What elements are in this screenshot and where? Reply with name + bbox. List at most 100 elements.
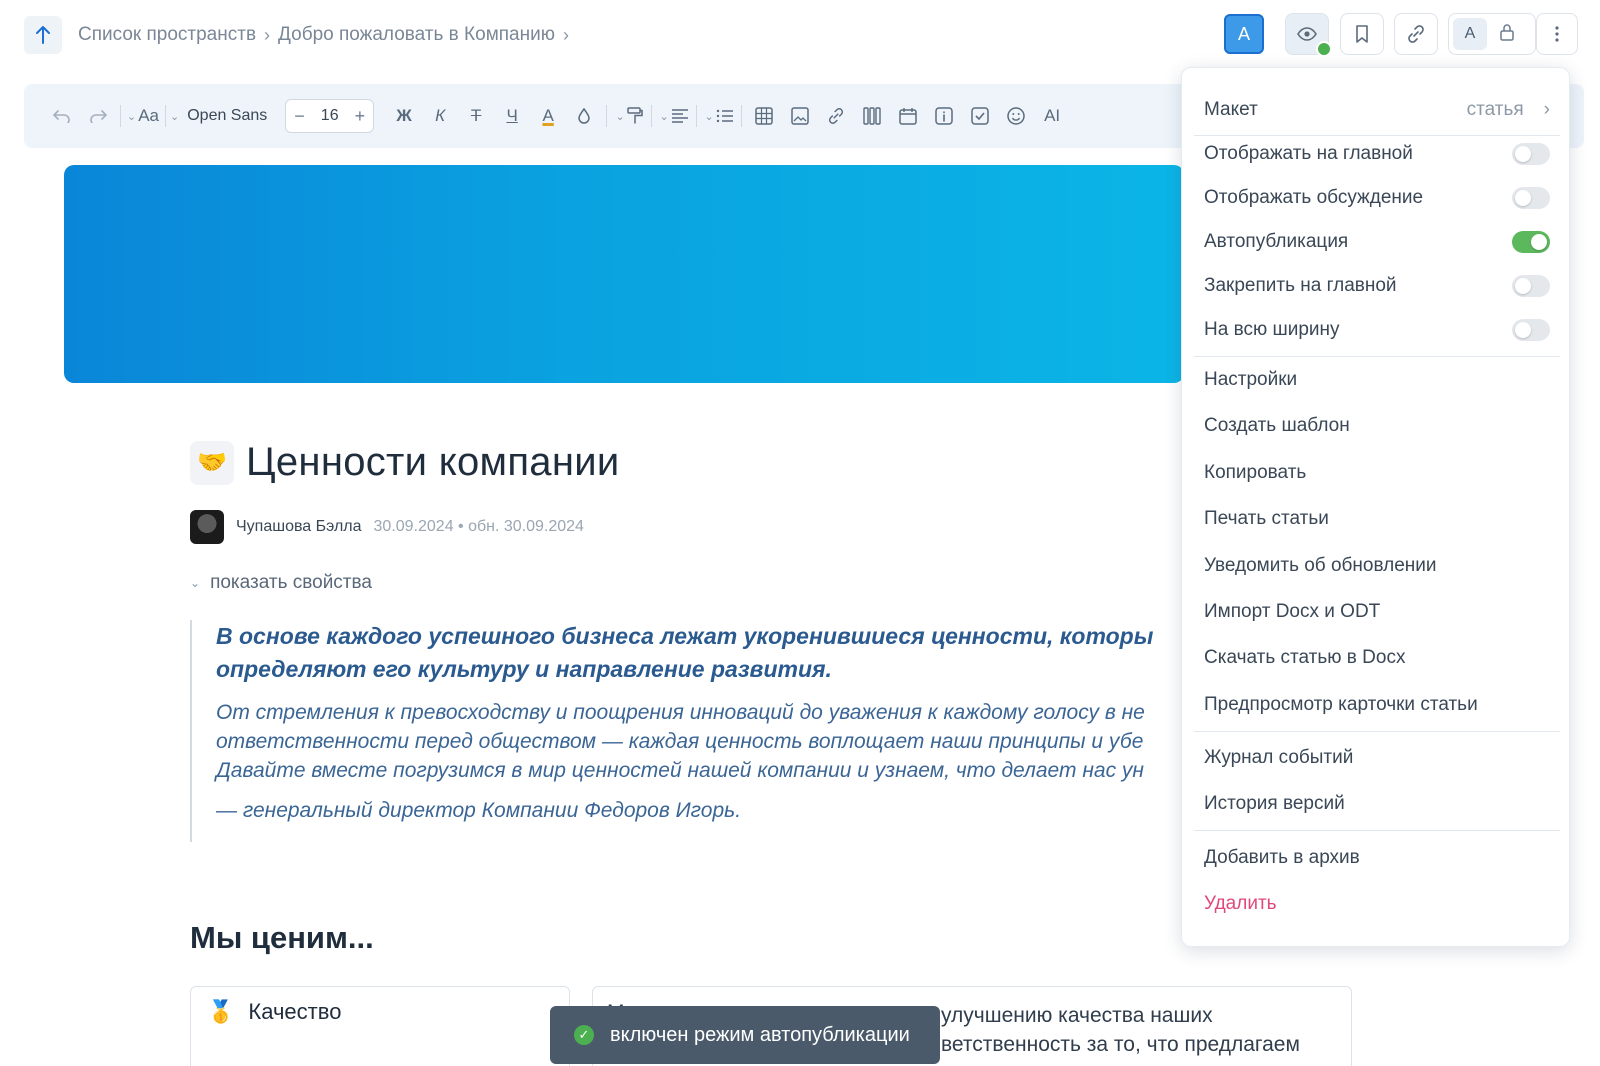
menu-item-print[interactable]: Печать статьи	[1204, 499, 1550, 539]
toggle-switch[interactable]	[1512, 143, 1550, 165]
menu-item-label: Удалить	[1204, 893, 1277, 914]
menu-item-label: Создать шаблон	[1204, 415, 1350, 436]
toolbar-divider	[696, 105, 698, 127]
highlight-icon[interactable]	[566, 100, 602, 132]
emoji-icon[interactable]	[998, 100, 1034, 132]
menu-item-label: Отображать на главной	[1204, 143, 1413, 164]
breadcrumb: Список пространств › Добро пожаловать в …	[78, 24, 569, 46]
toolbar-divider	[651, 105, 653, 127]
bold-button[interactable]: Ж	[386, 100, 422, 132]
handshake-icon[interactable]: 🤝	[190, 440, 234, 485]
checkbox-icon[interactable]	[962, 100, 998, 132]
menu-item-copy[interactable]: Копировать	[1204, 453, 1550, 493]
undo-icon[interactable]	[44, 100, 80, 132]
toolbar-divider	[606, 105, 608, 127]
menu-toggle-pin-on-main[interactable]: Закрепить на главной	[1204, 266, 1550, 306]
menu-toggle-autopublish[interactable]: Автопубликация	[1204, 222, 1550, 262]
ai-button[interactable]: AI	[1034, 100, 1070, 132]
link-icon[interactable]	[1394, 13, 1438, 55]
more-vertical-icon[interactable]	[1536, 13, 1578, 55]
font-size-stepper: − 16 +	[285, 99, 375, 133]
article-dates: 30.09.2024 • обн. 30.09.2024	[373, 518, 584, 535]
redo-icon[interactable]	[80, 100, 116, 132]
menu-item-delete[interactable]: Удалить	[1204, 884, 1550, 924]
image-icon[interactable]	[782, 100, 818, 132]
menu-item-label: Импорт Docx и ODT	[1204, 601, 1381, 622]
breadcrumb-item-welcome[interactable]: Добро пожаловать в Компанию	[278, 24, 555, 46]
menu-toggle-show-discussion[interactable]: Отображать обсуждение	[1204, 178, 1550, 218]
format-painter-icon[interactable]: ⌄	[611, 100, 647, 132]
lock-icon[interactable]	[1499, 23, 1515, 46]
author-avatar[interactable]	[190, 510, 224, 544]
table-icon[interactable]	[746, 100, 782, 132]
menu-item-download-docx[interactable]: Скачать статью в Docx	[1204, 638, 1550, 678]
columns-icon[interactable]	[854, 100, 890, 132]
user-avatar[interactable]: A	[1224, 14, 1264, 54]
menu-item-label: Копировать	[1204, 462, 1307, 483]
chevron-right-icon: ›	[264, 24, 271, 45]
strikethrough-button[interactable]: Т	[458, 100, 494, 132]
toggle-switch[interactable]	[1512, 187, 1550, 209]
menu-item-label: Добавить в архив	[1204, 847, 1360, 868]
font-size-value[interactable]: 16	[321, 107, 339, 125]
eye-icon[interactable]	[1285, 13, 1332, 57]
article-meta: Чупашова Бэлла 30.09.2024 • обн. 30.09.2…	[190, 510, 584, 544]
text-color-button[interactable]: A	[530, 100, 566, 132]
medal-icon: 🥇	[207, 999, 235, 1024]
menu-item-event-log[interactable]: Журнал событий	[1204, 738, 1550, 778]
font-family-label: Open Sans	[187, 107, 268, 124]
menu-item-import-docx[interactable]: Импорт Docx и ODT	[1204, 592, 1550, 632]
menu-divider	[1194, 731, 1560, 732]
menu-item-label: Настройки	[1204, 369, 1298, 390]
breadcrumb-item-spaces[interactable]: Список пространств	[78, 24, 256, 46]
menu-divider	[1194, 830, 1560, 831]
show-properties-toggle[interactable]: ⌄ показать свойства	[190, 572, 372, 594]
toolbar-divider	[120, 105, 121, 127]
link-insert-icon[interactable]	[818, 100, 854, 132]
section-heading: Мы ценим...	[190, 920, 374, 955]
menu-item-preview-card[interactable]: Предпросмотр карточки статьи	[1204, 685, 1550, 725]
menu-item-label: Предпросмотр карточки статьи	[1204, 694, 1478, 715]
chevron-down-icon: ⌄	[170, 110, 180, 123]
menu-item-label: Отображать обсуждение	[1204, 187, 1424, 208]
bullet-list-icon[interactable]: ⌄	[701, 100, 737, 132]
check-circle-icon: ✓	[574, 1025, 594, 1045]
quote-signature: — генеральный директор Компании Федоров …	[216, 799, 742, 822]
text-size-dropdown[interactable]: ⌄ Aa	[125, 100, 161, 132]
menu-item-create-template[interactable]: Создать шаблон	[1204, 406, 1550, 446]
chevron-down-icon: ⌄	[704, 110, 714, 123]
article-actions-menu: Макет статья › Отображать на главной Ото…	[1181, 67, 1570, 947]
quote-lead-line-2: определяют его культуру и направление ра…	[216, 656, 832, 682]
decrease-size-button[interactable]: −	[294, 106, 305, 127]
toolbar-divider	[741, 105, 743, 127]
increase-size-button[interactable]: +	[355, 106, 366, 127]
toggle-switch[interactable]	[1512, 275, 1550, 297]
toast-notification: ✓ включен режим автопубликации	[550, 1006, 940, 1064]
menu-item-notify-update[interactable]: Уведомить об обновлении	[1204, 546, 1550, 586]
font-family-dropdown[interactable]: ⌄ Open Sans	[170, 100, 285, 132]
bookmark-icon[interactable]	[1340, 13, 1384, 55]
language-button[interactable]: A	[1453, 18, 1487, 50]
arrow-up-icon[interactable]	[24, 16, 62, 54]
toggle-switch[interactable]	[1512, 231, 1550, 253]
chevron-down-icon: ⌄	[659, 110, 669, 123]
calendar-icon[interactable]	[890, 100, 926, 132]
menu-item-layout[interactable]: Макет статья ›	[1204, 90, 1550, 130]
quote-lead-line-1: В основе каждого успешного бизнеса лежат…	[216, 623, 1154, 649]
menu-item-archive[interactable]: Добавить в архив	[1204, 838, 1550, 878]
toggle-switch[interactable]	[1512, 319, 1550, 341]
italic-button[interactable]: К	[422, 100, 458, 132]
menu-item-version-history[interactable]: История версий	[1204, 784, 1550, 824]
align-left-icon[interactable]: ⌄	[656, 100, 692, 132]
info-icon[interactable]	[926, 100, 962, 132]
menu-toggle-show-on-main[interactable]: Отображать на главной	[1204, 134, 1550, 174]
chevron-right-icon: ›	[1543, 99, 1550, 120]
underline-button[interactable]: Ч	[494, 100, 530, 132]
menu-item-label: История версий	[1204, 793, 1345, 814]
toolbar-divider	[165, 105, 166, 127]
language-lock-group: A	[1448, 13, 1536, 55]
author-name[interactable]: Чупашова Бэлла	[236, 518, 362, 536]
menu-item-settings[interactable]: Настройки	[1204, 360, 1550, 400]
menu-toggle-full-width[interactable]: На всю ширину	[1204, 310, 1550, 350]
page-title: Ценности компании	[246, 440, 620, 484]
